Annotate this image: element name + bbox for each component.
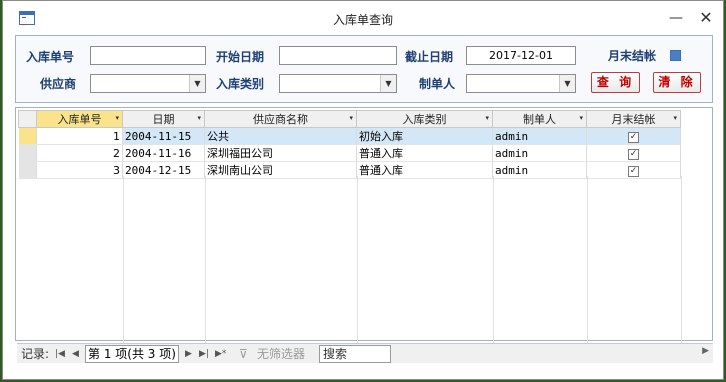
header-row: 入库单号 ▾ 日期 ▾ 供应商名称 ▾ 入库类别 ▾ 制单人 ▾ 月末结帐 ▾ — [18, 110, 681, 128]
cell-date[interactable]: 2004-11-16 — [122, 144, 205, 162]
results-datasheet: 入库单号 ▾ 日期 ▾ 供应商名称 ▾ 入库类别 ▾ 制单人 ▾ 月末结帐 ▾ 1 2004… — [15, 107, 713, 344]
row-selector[interactable] — [18, 161, 37, 179]
supplier-label: 供应商 — [40, 77, 77, 91]
next-record-icon[interactable]: ▶ — [185, 346, 192, 362]
cell-date[interactable]: 2004-11-15 — [122, 127, 205, 145]
supplier-combo[interactable]: ▼ — [90, 74, 206, 93]
column-divider — [357, 176, 358, 344]
last-record-icon[interactable]: ▶| — [199, 346, 209, 362]
window-title: 入库单查询 — [332, 13, 393, 27]
cell-supplier[interactable]: 深圳福田公司 — [204, 144, 357, 162]
column-header-receipt-no[interactable]: 入库单号 ▾ — [36, 110, 123, 128]
cell-creator[interactable]: admin — [492, 127, 587, 145]
cell-receipt-type[interactable]: 普通入库 — [356, 161, 493, 179]
record-label: 记录: — [21, 347, 50, 361]
cell-receipt-no[interactable]: 3 — [36, 161, 123, 179]
chevron-down-icon[interactable]: ▼ — [559, 75, 575, 92]
chevron-down-icon[interactable]: ▾ — [115, 114, 119, 122]
cell-receipt-type[interactable]: 普通入库 — [356, 144, 493, 162]
column-header-month-close[interactable]: 月末结帐 ▾ — [586, 110, 681, 128]
column-header-receipt-type[interactable]: 入库类别 ▾ — [356, 110, 493, 128]
column-divider — [493, 176, 494, 344]
receipt-no-input[interactable] — [90, 46, 206, 65]
column-header-supplier[interactable]: 供应商名称 ▾ — [204, 110, 357, 128]
clear-button[interactable]: 清 除 — [653, 72, 701, 93]
query-window: 入库单查询 — ✕ 入库单号 开始日期 截止日期 2017-12-01 月末结帐… — [2, 0, 724, 380]
start-date-input[interactable] — [279, 46, 397, 65]
checkbox-checked-icon[interactable]: ✓ — [628, 166, 639, 177]
close-button[interactable]: ✕ — [693, 7, 719, 29]
receipt-type-combo[interactable]: ▼ — [279, 74, 397, 93]
cell-month-close[interactable]: ✓ — [586, 161, 681, 179]
column-divider — [123, 176, 124, 344]
month-close-checkbox[interactable] — [670, 50, 681, 61]
column-header-label: 日期 — [152, 113, 175, 126]
chevron-down-icon[interactable]: ▾ — [349, 114, 353, 122]
creator-combo[interactable]: ▼ — [466, 74, 576, 93]
chevron-down-icon[interactable]: ▾ — [485, 114, 489, 122]
month-close-label: 月末结帐 — [608, 49, 657, 63]
receipt-no-label: 入库单号 — [26, 50, 75, 64]
cell-receipt-no[interactable]: 1 — [36, 127, 123, 145]
checkbox-checked-icon[interactable]: ✓ — [628, 132, 639, 143]
filter-panel: 入库单号 开始日期 截止日期 2017-12-01 月末结帐 供应商 ▼ 入库类… — [15, 35, 713, 103]
column-header-date[interactable]: 日期 ▾ — [122, 110, 205, 128]
scroll-right-icon[interactable]: ▶ — [702, 346, 709, 356]
cell-receipt-type[interactable]: 初始入库 — [356, 127, 493, 145]
end-date-label: 截止日期 — [405, 50, 454, 64]
minimize-button[interactable]: — — [663, 7, 689, 29]
chevron-down-icon[interactable]: ▼ — [380, 75, 396, 92]
column-divider — [205, 176, 206, 344]
cell-month-close[interactable]: ✓ — [586, 144, 681, 162]
column-header-label: 入库单号 — [57, 113, 102, 126]
cell-creator[interactable]: admin — [492, 161, 587, 179]
record-position-input[interactable]: 第 1 项(共 3 项) — [85, 345, 179, 363]
new-record-icon[interactable]: ▶* — [215, 346, 226, 362]
column-header-label: 供应商名称 — [253, 113, 308, 126]
table-row[interactable]: 2 2004-11-16 深圳福田公司 普通入库 admin ✓ — [18, 144, 681, 162]
cell-supplier[interactable]: 公共 — [204, 127, 357, 145]
chevron-down-icon[interactable]: ▾ — [673, 114, 677, 122]
first-record-icon[interactable]: |◀ — [55, 346, 65, 362]
row-selector[interactable] — [18, 144, 37, 162]
cell-supplier[interactable]: 深圳南山公司 — [204, 161, 357, 179]
cell-date[interactable]: 2004-12-15 — [122, 161, 205, 179]
creator-label: 制单人 — [419, 77, 456, 91]
receipt-type-label: 入库类别 — [216, 77, 265, 91]
column-divider — [587, 176, 588, 344]
end-date-input[interactable]: 2017-12-01 — [466, 46, 576, 65]
column-header-label: 制单人 — [523, 113, 556, 126]
select-all-corner[interactable] — [18, 110, 37, 128]
filter-icon[interactable]: ⊽ — [239, 346, 248, 362]
cell-creator[interactable]: admin — [492, 144, 587, 162]
column-header-label: 入库类别 — [402, 113, 447, 126]
table-row[interactable]: 3 2004-12-15 深圳南山公司 普通入库 admin ✓ — [18, 161, 681, 179]
table-row[interactable]: 1 2004-11-15 公共 初始入库 admin ✓ — [18, 127, 681, 145]
record-navigator: 记录: |◀ ◀ 第 1 项(共 3 项) ▶ ▶| ▶* ⊽ 无筛选器 搜索 … — [17, 343, 713, 363]
column-header-label: 月末结帐 — [611, 113, 656, 126]
cell-receipt-no[interactable]: 2 — [36, 144, 123, 162]
title-bar[interactable]: 入库单查询 — ✕ — [3, 1, 723, 35]
checkbox-checked-icon[interactable]: ✓ — [628, 149, 639, 160]
column-header-creator[interactable]: 制单人 ▾ — [492, 110, 587, 128]
filter-status[interactable]: 无筛选器 — [257, 346, 305, 362]
cell-month-close[interactable]: ✓ — [586, 127, 681, 145]
chevron-down-icon[interactable]: ▼ — [189, 75, 205, 92]
start-date-label: 开始日期 — [216, 50, 265, 64]
column-divider — [681, 176, 682, 344]
query-button[interactable]: 查 询 — [591, 72, 640, 93]
chevron-down-icon[interactable]: ▾ — [579, 114, 583, 122]
results-table: 入库单号 ▾ 日期 ▾ 供应商名称 ▾ 入库类别 ▾ 制单人 ▾ 月末结帐 ▾ 1 2004… — [18, 110, 681, 179]
previous-record-icon[interactable]: ◀ — [72, 346, 79, 362]
search-input[interactable]: 搜索 — [319, 345, 391, 363]
chevron-down-icon[interactable]: ▾ — [197, 114, 201, 122]
row-selector[interactable] — [18, 127, 37, 145]
